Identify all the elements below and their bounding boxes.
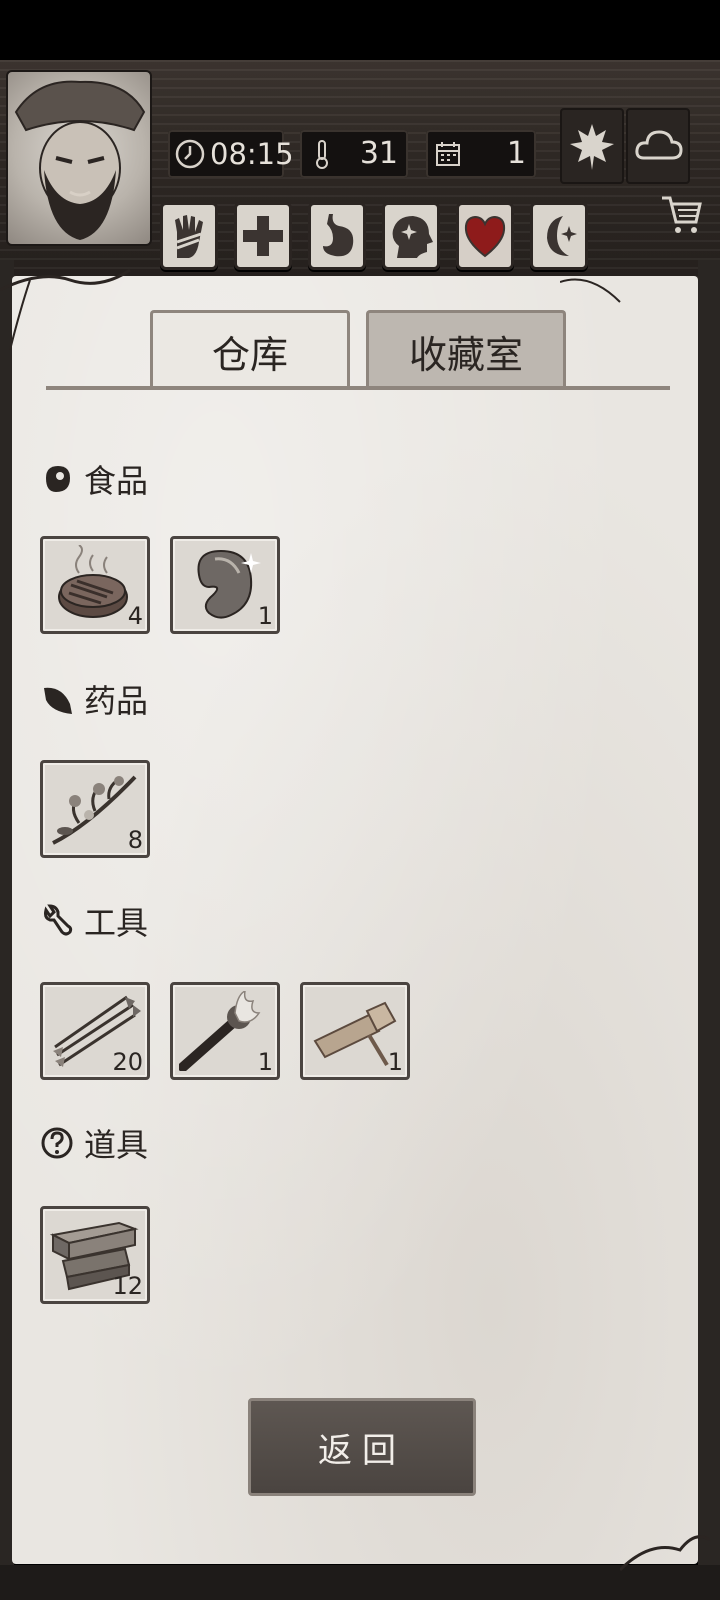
moon-star-icon xyxy=(547,216,577,256)
section-food-title: 食品 xyxy=(84,462,149,500)
item-count: 1 xyxy=(257,602,273,630)
tab-warehouse[interactable]: 仓库 xyxy=(150,310,350,389)
day-display: 1 xyxy=(426,130,536,178)
temperature-value: 31 xyxy=(359,136,398,171)
bottom-frame xyxy=(0,1565,720,1600)
section-medicine-title: 药品 xyxy=(84,682,149,720)
mind-sparkle-icon xyxy=(392,216,433,258)
weather-button[interactable] xyxy=(626,108,690,184)
sleep-status-button[interactable] xyxy=(530,202,588,270)
day-value: 1 xyxy=(506,136,526,171)
hand-bandage-icon xyxy=(175,215,203,258)
health-status-button[interactable] xyxy=(234,202,292,270)
shop-cart-icon[interactable] xyxy=(660,192,704,236)
item-count: 1 xyxy=(387,1048,403,1076)
vine-decoration-right xyxy=(560,278,621,303)
item-count: 20 xyxy=(112,1048,143,1076)
leaf-icon xyxy=(44,687,72,714)
clock-icon xyxy=(175,139,205,169)
system-status-bar xyxy=(0,0,720,60)
section-props: 道具 xyxy=(40,1120,148,1166)
hunger-status-button[interactable] xyxy=(308,202,366,270)
section-tools-title: 工具 xyxy=(84,904,149,942)
temperature-display: 31 xyxy=(300,130,408,178)
health-cross-icon xyxy=(243,216,283,256)
tab-divider xyxy=(46,386,670,390)
season-button[interactable] xyxy=(560,108,624,184)
item-slot-steak[interactable]: 4 xyxy=(40,536,150,634)
vine-decoration-left xyxy=(0,268,131,351)
item-slot-wood[interactable]: 12 xyxy=(40,1206,150,1304)
item-slot-arrows[interactable]: 20 xyxy=(40,982,150,1080)
item-count: 1 xyxy=(257,1048,273,1076)
tab-warehouse-label: 仓库 xyxy=(211,332,288,377)
item-count: 4 xyxy=(127,602,143,630)
wrench-icon xyxy=(44,904,73,936)
stomach-icon xyxy=(323,214,354,257)
bearded-man-portrait-icon xyxy=(14,80,146,240)
time-value: 08:15 xyxy=(210,137,294,171)
meat-icon xyxy=(46,466,70,492)
section-medicine: 药品 xyxy=(40,676,148,722)
question-icon xyxy=(41,1127,73,1159)
section-props-title: 道具 xyxy=(84,1126,149,1164)
hand-status-button[interactable] xyxy=(160,202,218,270)
section-tools: 工具 xyxy=(40,898,148,944)
calendar-icon xyxy=(436,142,460,166)
tab-collection-label: 收藏室 xyxy=(408,332,523,377)
item-count: 8 xyxy=(127,826,143,854)
item-slot-torch[interactable]: 1 xyxy=(170,982,280,1080)
item-slot-herb[interactable]: 8 xyxy=(40,760,150,858)
item-slot-bean[interactable]: 1 xyxy=(170,536,280,634)
vine-decoration-bottom xyxy=(620,1535,710,1572)
right-frame xyxy=(698,260,720,1600)
section-food: 食品 xyxy=(40,456,148,502)
time-display: 08:15 xyxy=(168,130,294,178)
item-count: 12 xyxy=(112,1272,143,1300)
cloud-icon xyxy=(635,130,683,160)
thermometer-icon xyxy=(316,140,328,169)
item-slot-flashlight[interactable]: 1 xyxy=(300,982,410,1080)
maple-leaf-icon xyxy=(570,124,614,170)
back-button[interactable]: 返回 xyxy=(248,1398,476,1496)
mind-status-button[interactable] xyxy=(382,202,440,270)
heart-icon xyxy=(464,215,506,258)
back-button-label: 返回 xyxy=(318,1430,406,1471)
character-portrait[interactable] xyxy=(6,70,152,246)
heart-status-button[interactable] xyxy=(456,202,514,270)
tab-collection[interactable]: 收藏室 xyxy=(366,310,566,389)
